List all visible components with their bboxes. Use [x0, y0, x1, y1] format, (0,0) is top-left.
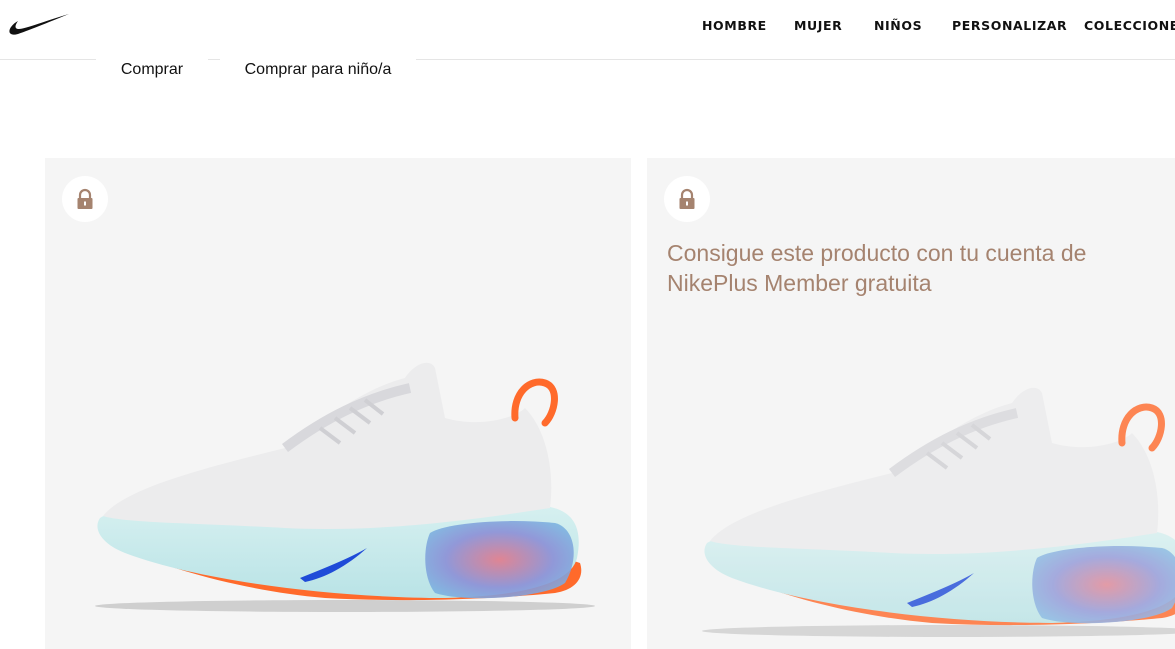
product-card-locked[interactable]: Consigue este producto con tu cuenta de …: [647, 158, 1175, 649]
lock-icon: [77, 188, 93, 209]
product-card[interactable]: [45, 158, 631, 649]
sneaker-image: [702, 387, 1175, 637]
sub-nav: Comprar Comprar para niño/a: [0, 53, 1175, 87]
nav-item-ninos[interactable]: NIÑOS: [874, 18, 922, 33]
tab-comprar[interactable]: Comprar: [96, 53, 208, 87]
nav-item-hombre[interactable]: HOMBRE: [702, 18, 767, 33]
lock-icon: [679, 188, 695, 209]
nav-item-personalizar[interactable]: PERSONALIZAR: [952, 18, 1067, 33]
sneaker-image: [95, 362, 595, 612]
lock-badge: [664, 176, 710, 222]
tab-comprar-nino[interactable]: Comprar para niño/a: [220, 53, 416, 87]
top-header: HOMBRE MUJER NIÑOS PERSONALIZAR COLECCIO…: [0, 0, 1175, 60]
nav-item-mujer[interactable]: MUJER: [794, 18, 842, 33]
nav-item-colecciones[interactable]: COLECCIONES: [1084, 18, 1175, 33]
member-message: Consigue este producto con tu cuenta de …: [667, 240, 1087, 296]
lock-badge: [62, 176, 108, 222]
main-nav: HOMBRE MUJER NIÑOS PERSONALIZAR COLECCIO…: [0, 18, 1175, 38]
